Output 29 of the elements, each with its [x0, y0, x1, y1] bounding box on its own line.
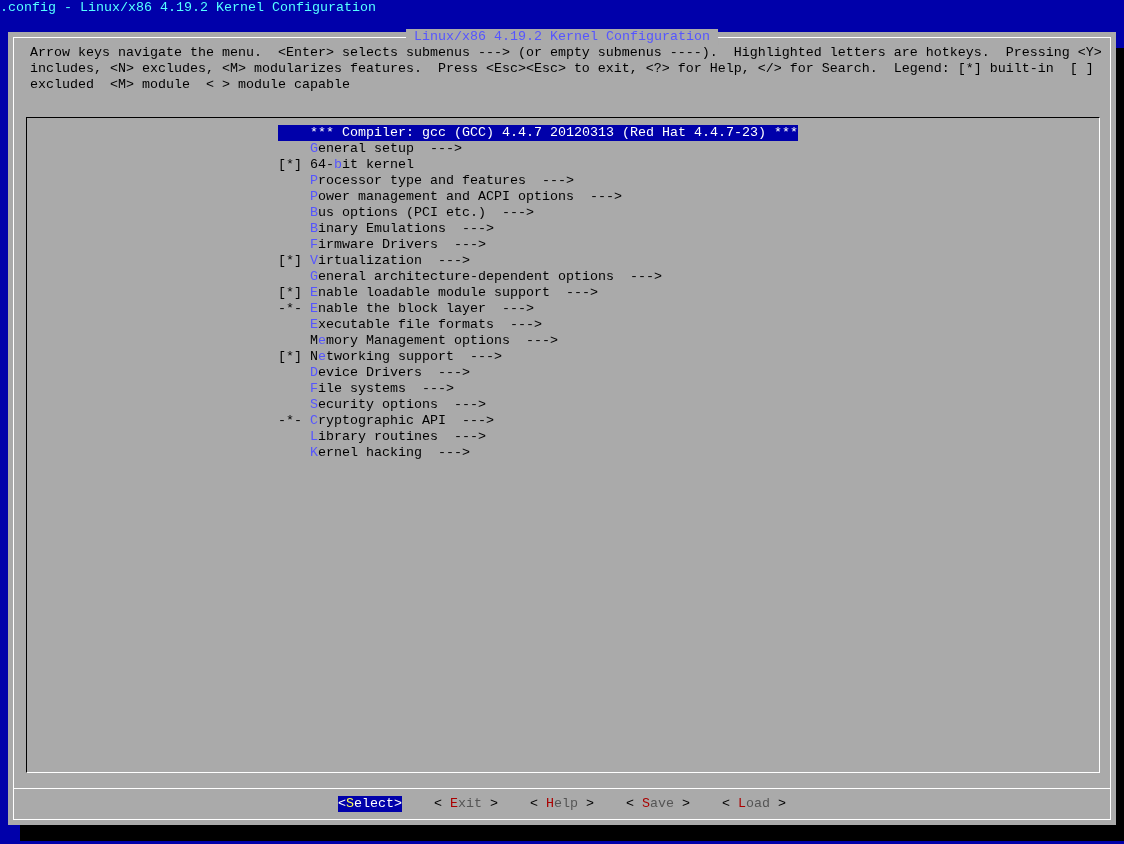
menu-item[interactable]: [*] 64-bit kernel	[278, 157, 414, 173]
window-title: .config - Linux/x86 4.19.2 Kernel Configuration	[0, 0, 376, 16]
menu-item[interactable]: Bus options (PCI etc.) --->	[278, 205, 534, 221]
dialog-button[interactable]: < Exit >	[434, 796, 498, 812]
menu-item[interactable]: General architecture-dependent options --->	[278, 269, 662, 285]
help-text: Arrow keys navigate the menu. <Enter> selects submenus ---> (or empty submenus ----). Highlighted letters are hotkeys. Pressing <Y> includes, <N> excludes, <M> modularizes features. Press <Esc><Esc> to exit, <?> for Help, </> for Search. Legend: [*] built-in [ ] excluded <M> module < > module capable	[30, 45, 1102, 93]
menu-item[interactable]: Firmware Drivers --->	[278, 237, 486, 253]
menu-item[interactable]: -*- Enable the block layer --->	[278, 301, 534, 317]
menu-item[interactable]: Power management and ACPI options --->	[278, 189, 622, 205]
menu-item[interactable]: Binary Emulations --->	[278, 221, 494, 237]
menu-item[interactable]: Library routines --->	[278, 429, 486, 445]
menu-item[interactable]: [*] Virtualization --->	[278, 253, 470, 269]
dialog-button[interactable]: < Help >	[530, 796, 594, 812]
menu-item[interactable]: Memory Management options --->	[278, 333, 558, 349]
dialog-button[interactable]: <Select>	[338, 796, 402, 812]
menu-item[interactable]: Security options --->	[278, 397, 486, 413]
menu-item[interactable]: -*- Cryptographic API --->	[278, 413, 494, 429]
menu-item[interactable]: [*] Networking support --->	[278, 349, 502, 365]
menu-item[interactable]: Kernel hacking --->	[278, 445, 470, 461]
dialog-title: Linux/x86 4.19.2 Kernel Configuration	[406, 29, 718, 45]
menu-comment[interactable]: *** Compiler: gcc (GCC) 4.4.7 20120313 (Red Hat 4.4.7-23) ***	[278, 125, 798, 141]
dialog-button[interactable]: < Load >	[722, 796, 786, 812]
menu-item[interactable]: Processor type and features --->	[278, 173, 574, 189]
menu-item[interactable]: File systems --->	[278, 381, 454, 397]
dialog-button[interactable]: < Save >	[626, 796, 690, 812]
menu-item[interactable]: General setup --->	[278, 141, 462, 157]
menu-item[interactable]: Executable file formats --->	[278, 317, 542, 333]
menu-item[interactable]: [*] Enable loadable module support --->	[278, 285, 598, 301]
menu-item[interactable]: Device Drivers --->	[278, 365, 470, 381]
